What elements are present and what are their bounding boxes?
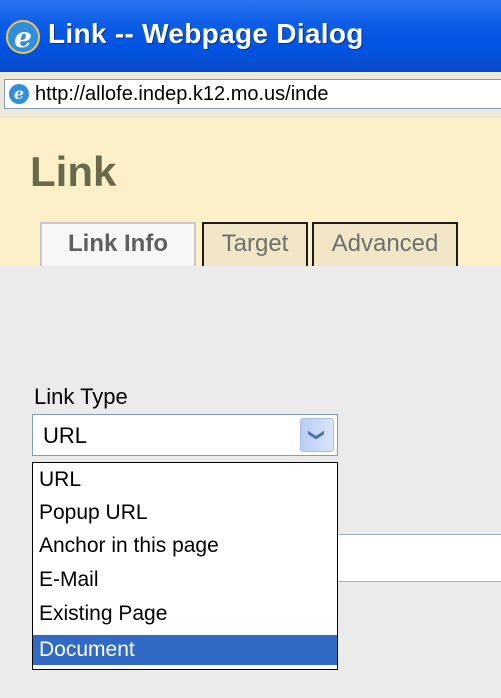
dialog-content: Link Type URL ❯ URL Popup URL Anchor in … (0, 266, 501, 698)
option-popup-url[interactable]: Popup URL (33, 498, 337, 528)
option-anchor[interactable]: Anchor in this page (33, 531, 337, 561)
link-type-select[interactable]: URL ❯ (32, 414, 338, 456)
option-url[interactable]: URL (33, 465, 337, 495)
window-title-bar[interactable]: e Link -- Webpage Dialog (0, 0, 501, 72)
dialog-title: Link (30, 148, 117, 195)
address-field[interactable]: e http://allofe.indep.k12.mo.us/inde (4, 79, 501, 109)
link-type-value: URL (43, 423, 88, 448)
option-existing-page[interactable]: Existing Page (33, 599, 337, 629)
ie-icon: e (9, 84, 29, 104)
option-email[interactable]: E-Mail (33, 565, 337, 595)
dialog-header: Link Link Info Target Advanced (0, 118, 501, 268)
address-url: http://allofe.indep.k12.mo.us/inde (35, 83, 329, 105)
window-title: Link -- Webpage Dialog (48, 18, 364, 49)
url-input[interactable] (330, 534, 501, 582)
link-type-dropdown-list[interactable]: URL Popup URL Anchor in this page E-Mail… (32, 462, 338, 670)
tab-link-info[interactable]: Link Info (40, 222, 196, 268)
option-document[interactable]: Document (33, 635, 337, 665)
tab-target[interactable]: Target (202, 222, 308, 266)
ie-icon: e (6, 20, 40, 54)
tab-advanced[interactable]: Advanced (312, 222, 458, 266)
chevron-down-icon[interactable]: ❯ (300, 418, 334, 452)
address-bar: e http://allofe.indep.k12.mo.us/inde (0, 72, 501, 119)
link-type-label: Link Type (34, 384, 128, 409)
